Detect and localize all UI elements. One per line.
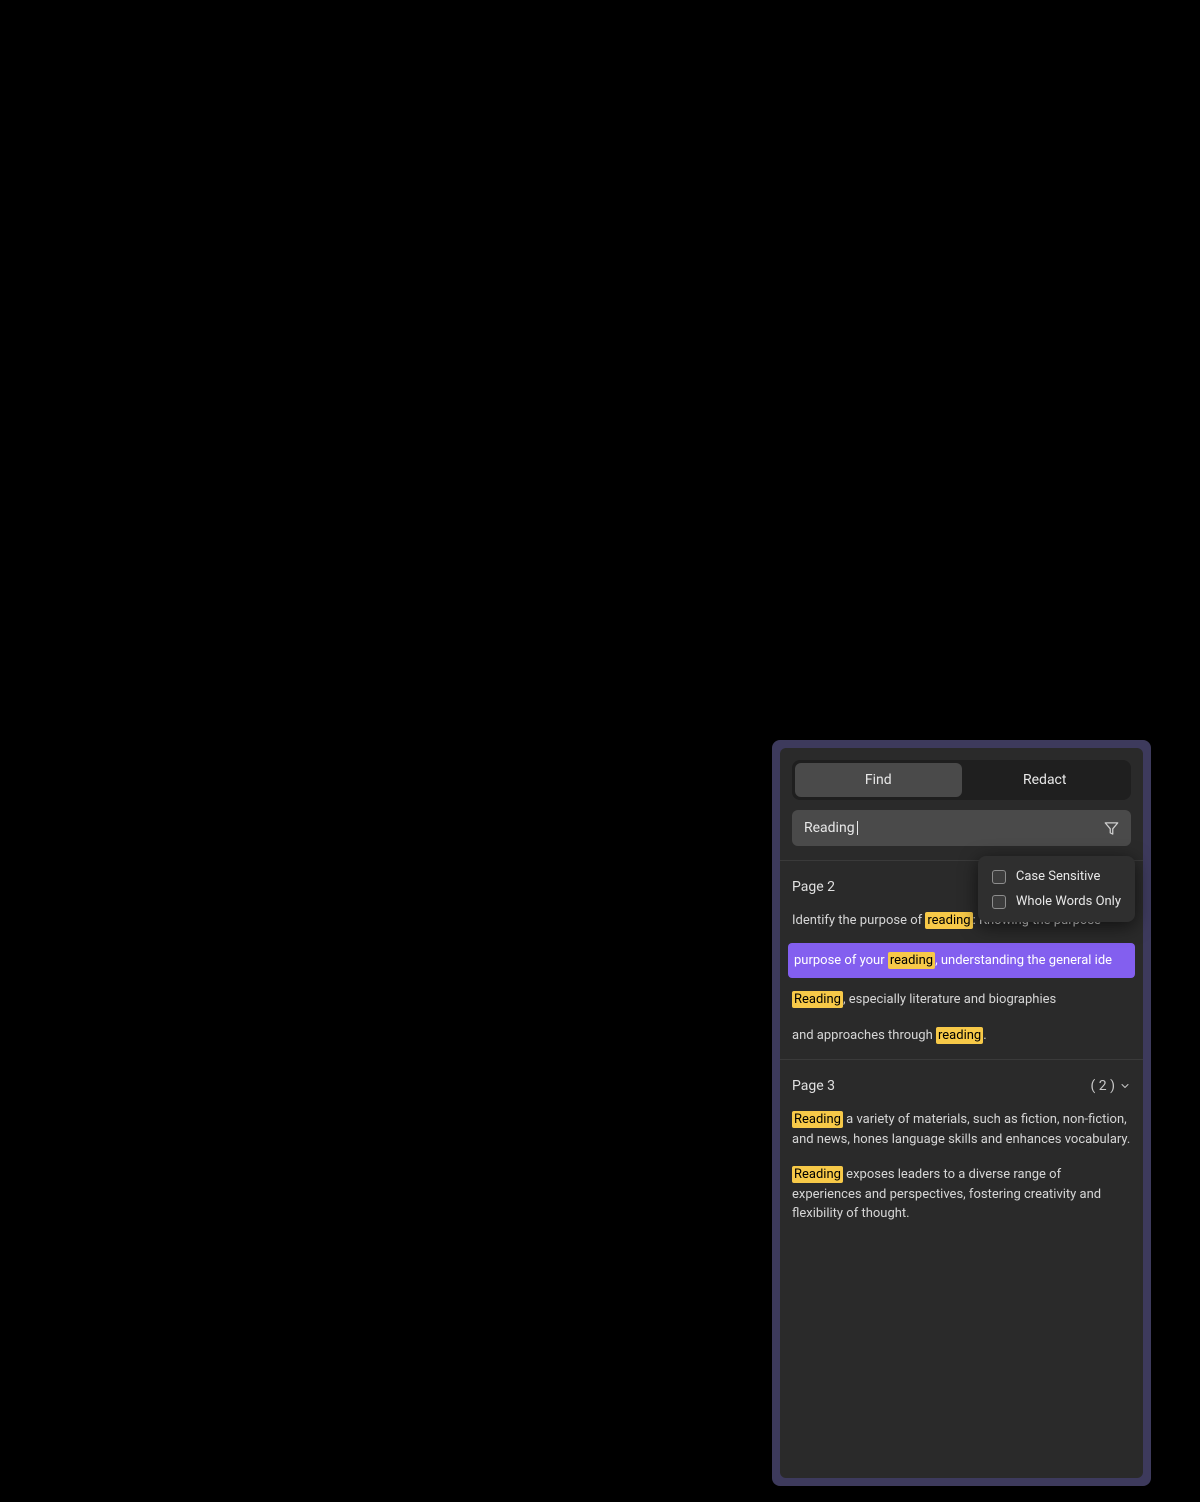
results-page-3: Page 3 ( 2 ) Reading a variety of materi… bbox=[792, 1060, 1131, 1232]
highlight: Reading bbox=[792, 1111, 843, 1128]
highlight: reading bbox=[888, 952, 935, 969]
filter-label: Case Sensitive bbox=[1016, 869, 1101, 884]
filter-label: Whole Words Only bbox=[1016, 894, 1121, 909]
highlight: reading bbox=[936, 1027, 983, 1044]
filter-whole-words[interactable]: Whole Words Only bbox=[990, 889, 1123, 914]
filter-popup: Case Sensitive Whole Words Only bbox=[978, 856, 1135, 922]
page-count: ( 2 ) bbox=[1091, 1078, 1131, 1094]
highlight: reading bbox=[925, 912, 972, 929]
page-label: Page 3 bbox=[792, 1078, 835, 1094]
filter-icon[interactable] bbox=[1104, 821, 1119, 836]
find-panel: Find Redact Reading Case Sensitive Whole… bbox=[780, 748, 1143, 1478]
highlight: Reading bbox=[792, 991, 843, 1008]
filter-case-sensitive[interactable]: Case Sensitive bbox=[990, 864, 1123, 889]
checkbox-icon bbox=[992, 895, 1006, 909]
page-label: Page 2 bbox=[792, 879, 835, 895]
checkbox-icon bbox=[992, 870, 1006, 884]
search-result[interactable]: Reading a variety of materials, such as … bbox=[792, 1102, 1131, 1157]
tab-redact[interactable]: Redact bbox=[962, 763, 1129, 797]
search-input[interactable]: Reading bbox=[804, 820, 1104, 836]
search-result-selected[interactable]: purpose of your reading, understanding t… bbox=[788, 943, 1135, 979]
search-result[interactable]: Reading, especially literature and biogr… bbox=[792, 982, 1131, 1018]
search-result[interactable]: and approaches through reading. bbox=[792, 1018, 1131, 1054]
search-result[interactable]: Reading exposes leaders to a diverse ran… bbox=[792, 1157, 1131, 1232]
highlight: Reading bbox=[792, 1166, 843, 1183]
tab-find[interactable]: Find bbox=[795, 763, 962, 797]
tab-group: Find Redact bbox=[792, 760, 1131, 800]
chevron-down-icon bbox=[1119, 1080, 1131, 1092]
find-panel-outer: Find Redact Reading Case Sensitive Whole… bbox=[772, 740, 1151, 1486]
search-row: Reading bbox=[792, 810, 1131, 846]
page-header[interactable]: Page 3 ( 2 ) bbox=[792, 1064, 1131, 1102]
